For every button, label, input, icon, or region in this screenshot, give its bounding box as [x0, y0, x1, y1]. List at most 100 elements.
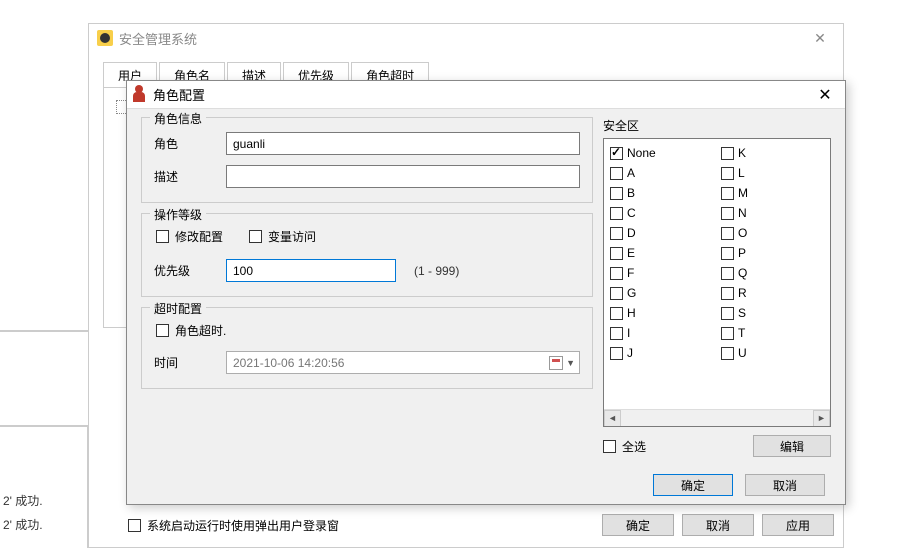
- zone-item-t[interactable]: T: [721, 323, 824, 343]
- zone-label: O: [738, 226, 747, 240]
- checkbox-icon[interactable]: [128, 519, 141, 532]
- time-picker[interactable]: 2021-10-06 14:20:56 ▼: [226, 351, 580, 374]
- zone-label: E: [627, 246, 635, 260]
- checkbox-icon[interactable]: [721, 147, 734, 160]
- checkbox-icon[interactable]: [721, 247, 734, 260]
- group-role-info: 角色信息 角色 描述: [141, 117, 593, 203]
- checkbox-icon[interactable]: [610, 167, 623, 180]
- checkbox-icon[interactable]: [721, 207, 734, 220]
- dialog-cancel-button[interactable]: 取消: [745, 474, 825, 496]
- checkbox-icon[interactable]: [721, 167, 734, 180]
- zone-label: R: [738, 286, 747, 300]
- checkbox-icon[interactable]: [610, 267, 623, 280]
- dialog-ok-button[interactable]: 确定: [653, 474, 733, 496]
- zone-label: G: [627, 286, 636, 300]
- desc-label: 描述: [154, 168, 218, 185]
- zone-label: M: [738, 186, 748, 200]
- checkbox-icon[interactable]: [610, 287, 623, 300]
- zone-item-r[interactable]: R: [721, 283, 824, 303]
- dialog-cancel-label: 取消: [773, 477, 797, 494]
- zone-label: A: [627, 166, 635, 180]
- checkbox-icon[interactable]: [610, 307, 623, 320]
- zone-item-p[interactable]: P: [721, 243, 824, 263]
- zone-item-e[interactable]: E: [610, 243, 713, 263]
- checkbox-icon[interactable]: [610, 247, 623, 260]
- main-cancel-button[interactable]: 取消: [682, 514, 754, 536]
- zone-label: Q: [738, 266, 747, 280]
- zone-item-d[interactable]: D: [610, 223, 713, 243]
- desc-input[interactable]: [226, 165, 580, 188]
- dialog-ok-label: 确定: [681, 477, 705, 494]
- zone-item-none[interactable]: None: [610, 143, 713, 163]
- checkbox-icon[interactable]: [721, 227, 734, 240]
- main-bottom-bar: 系统启动运行时使用弹出用户登录窗 确定 取消 应用: [118, 502, 844, 548]
- var-access-checkbox[interactable]: 变量访问: [249, 228, 316, 245]
- checkbox-icon[interactable]: [721, 307, 734, 320]
- zone-label: None: [627, 146, 656, 160]
- security-zone-list[interactable]: None K A LB M CND O E P F Q G R H SI T J U ◄ ►: [603, 138, 831, 427]
- zone-item-c[interactable]: C: [610, 203, 713, 223]
- var-access-label: 变量访问: [268, 228, 316, 245]
- zone-item-h[interactable]: H: [610, 303, 713, 323]
- checkbox-icon[interactable]: [610, 187, 623, 200]
- scroll-right-button[interactable]: ►: [813, 410, 830, 427]
- zone-item-o[interactable]: O: [721, 223, 824, 243]
- zone-item-n[interactable]: N: [721, 203, 824, 223]
- main-close-button[interactable]: ✕: [805, 30, 835, 47]
- select-all-label: 全选: [622, 438, 646, 455]
- checkbox-icon[interactable]: [610, 147, 623, 160]
- zone-item-m[interactable]: M: [721, 183, 824, 203]
- zone-item-u[interactable]: U: [721, 343, 824, 363]
- zone-item-k[interactable]: K: [721, 143, 824, 163]
- zone-item-q[interactable]: Q: [721, 263, 824, 283]
- checkbox-icon[interactable]: [721, 187, 734, 200]
- startup-login-checkbox[interactable]: 系统启动运行时使用弹出用户登录窗: [128, 517, 594, 534]
- group-role-info-legend: 角色信息: [150, 110, 206, 127]
- main-titlebar: 安全管理系统 ✕: [89, 24, 843, 52]
- checkbox-icon[interactable]: [721, 327, 734, 340]
- zone-item-i[interactable]: I: [610, 323, 713, 343]
- main-window-title: 安全管理系统: [119, 29, 805, 48]
- main-apply-button[interactable]: 应用: [762, 514, 834, 536]
- checkbox-icon[interactable]: [721, 347, 734, 360]
- chevron-down-icon[interactable]: ▼: [566, 358, 575, 368]
- scroll-track[interactable]: [621, 410, 813, 427]
- checkbox-icon[interactable]: [610, 207, 623, 220]
- modify-config-checkbox[interactable]: 修改配置: [156, 228, 223, 245]
- zone-item-f[interactable]: F: [610, 263, 713, 283]
- calendar-icon[interactable]: [549, 356, 563, 370]
- select-all-checkbox[interactable]: 全选: [603, 438, 745, 455]
- edit-button[interactable]: 编辑: [753, 435, 831, 457]
- checkbox-icon[interactable]: [721, 287, 734, 300]
- checkbox-icon[interactable]: [610, 327, 623, 340]
- checkbox-icon[interactable]: [156, 230, 169, 243]
- role-timeout-checkbox[interactable]: 角色超时.: [154, 322, 580, 339]
- zone-item-g[interactable]: G: [610, 283, 713, 303]
- priority-input[interactable]: [226, 259, 396, 282]
- zone-item-j[interactable]: J: [610, 343, 713, 363]
- main-ok-button[interactable]: 确定: [602, 514, 674, 536]
- role-timeout-label: 角色超时.: [175, 322, 226, 339]
- scroll-left-button[interactable]: ◄: [604, 410, 621, 427]
- dialog-close-button[interactable]: ✕: [811, 85, 839, 105]
- zone-label: P: [738, 246, 746, 260]
- role-config-dialog: 角色配置 ✕ 角色信息 角色 描述 操作等级: [126, 80, 846, 505]
- edit-label: 编辑: [780, 438, 804, 455]
- checkbox-icon[interactable]: [603, 440, 616, 453]
- security-zone-label: 安全区: [603, 117, 831, 134]
- zone-label: H: [627, 306, 636, 320]
- checkbox-icon[interactable]: [156, 324, 169, 337]
- role-input[interactable]: [226, 132, 580, 155]
- horizontal-scrollbar[interactable]: ◄ ►: [604, 409, 830, 426]
- zone-item-l[interactable]: L: [721, 163, 824, 183]
- zone-label: T: [738, 326, 745, 340]
- checkbox-icon[interactable]: [610, 227, 623, 240]
- dialog-title: 角色配置: [153, 85, 811, 104]
- checkbox-icon[interactable]: [249, 230, 262, 243]
- zone-label: J: [627, 346, 633, 360]
- zone-item-s[interactable]: S: [721, 303, 824, 323]
- zone-item-b[interactable]: B: [610, 183, 713, 203]
- zone-item-a[interactable]: A: [610, 163, 713, 183]
- checkbox-icon[interactable]: [610, 347, 623, 360]
- checkbox-icon[interactable]: [721, 267, 734, 280]
